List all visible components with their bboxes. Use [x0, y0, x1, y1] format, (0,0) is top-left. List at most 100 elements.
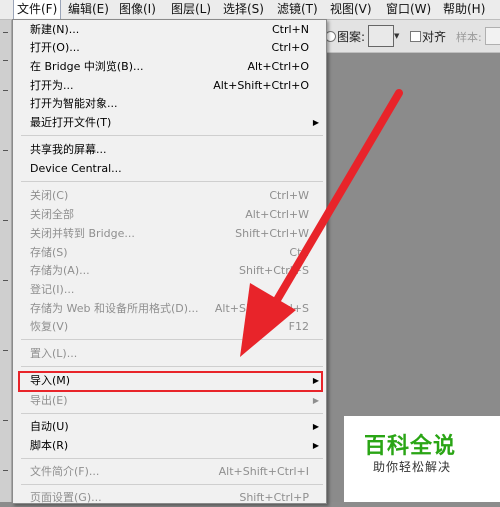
menu-item-label: 文件简介(F)... [30, 465, 100, 478]
menu-item-shortcut: Ctrl+N [271, 23, 309, 36]
menu-item-open[interactable]: 打开(O)... Ctrl+O [14, 39, 325, 57]
watermark-title: 百科全说 [364, 434, 457, 459]
pattern-label: 图案: [337, 30, 366, 44]
menu-item-close-all[interactable]: 关闭全部 Alt+Ctrl+W [14, 206, 325, 224]
menu-separator [21, 458, 323, 459]
tool-icon[interactable] [3, 60, 8, 61]
menu-item-shortcut: Ctrl+O [271, 41, 309, 54]
menu-item-place[interactable]: 置入(L)... [14, 345, 325, 363]
menu-item-automate[interactable]: 自动(U) ▶ [14, 418, 325, 436]
align-label: 对齐 [422, 30, 447, 44]
menu-item-label: 共享我的屏幕... [30, 143, 107, 156]
menu-help[interactable]: 帮助(H) [440, 0, 488, 19]
menu-item-save-as[interactable]: 存储为(A)... Shift+Ctrl+S [14, 262, 325, 280]
menu-item-shortcut: Alt+Shift+Ctrl+S [214, 302, 309, 315]
tool-icon[interactable] [3, 420, 8, 421]
menu-item-recent-files[interactable]: 最近打开文件(T) ▶ [14, 114, 325, 132]
menu-item-device-central[interactable]: Device Central... [14, 160, 325, 178]
menu-separator [21, 366, 323, 367]
menu-window[interactable]: 窗口(W) [383, 0, 434, 19]
menu-separator [21, 135, 323, 136]
menu-separator [21, 181, 323, 182]
menu-file[interactable]: 文件(F) [13, 0, 62, 19]
options-bar: 图案: ▼ 对齐 样本: [325, 20, 500, 53]
menu-item-label: 自动(U) [30, 420, 69, 433]
menu-separator [21, 339, 323, 340]
menu-item-label: 最近打开文件(T) [30, 116, 112, 129]
menu-item-shortcut: Shift+Ctrl+S [239, 264, 309, 277]
submenu-arrow-icon: ▶ [312, 422, 319, 431]
menu-item-shortcut: Shift+Ctrl+W [235, 227, 309, 240]
sample-select[interactable] [485, 27, 500, 45]
menu-item-label: 关闭全部 [30, 208, 74, 221]
menu-item-label: 新建(N)... [30, 23, 80, 36]
menu-edit[interactable]: 编辑(E) [65, 0, 112, 19]
menu-item-share-screen[interactable]: 共享我的屏幕... [14, 141, 325, 159]
menu-item-label: 关闭(C) [30, 189, 69, 202]
menu-item-label: 存储为(A)... [30, 264, 90, 277]
tool-icon[interactable] [3, 220, 8, 221]
chevron-down-icon[interactable]: ▼ [394, 32, 399, 40]
menu-item-shortcut: Alt+Ctrl+W [245, 208, 309, 221]
pattern-swatch[interactable] [368, 25, 394, 47]
menu-item-label: 登记(I)... [30, 283, 75, 296]
menu-item-save[interactable]: 存储(S) Ctrl [14, 244, 325, 262]
file-menu-dropdown: 新建(N)... Ctrl+N 打开(O)... Ctrl+O 在 Bridge… [12, 19, 327, 504]
menu-item-shortcut: Ctrl+W [269, 189, 309, 202]
menu-item-label: 脚本(R) [30, 439, 69, 452]
menu-item-browse-in-bridge[interactable]: 在 Bridge 中浏览(B)... Alt+Ctrl+O [14, 58, 325, 76]
menu-item-open-as[interactable]: 打开为... Alt+Shift+Ctrl+O [14, 77, 325, 95]
menu-item-shortcut: Shift+Ctrl+P [239, 491, 309, 504]
menu-item-check-in[interactable]: 登记(I)... [14, 281, 325, 299]
menu-item-label: 打开(O)... [30, 41, 80, 54]
menu-item-export[interactable]: 导出(E) ▶ [14, 392, 325, 410]
tool-icon[interactable] [3, 90, 8, 91]
menu-item-import[interactable]: 导入(M) ▶ [18, 371, 323, 392]
menu-item-save-for-web[interactable]: 存储为 Web 和设备所用格式(D)... Alt+Shift+Ctrl+S [14, 300, 325, 318]
menu-item-file-info[interactable]: 文件简介(F)... Alt+Shift+Ctrl+I [14, 463, 325, 481]
menu-item-label: 存储(S) [30, 246, 68, 259]
menu-item-close[interactable]: 关闭(C) Ctrl+W [14, 187, 325, 205]
tool-icon[interactable] [3, 470, 8, 471]
menu-item-new[interactable]: 新建(N)... Ctrl+N [14, 21, 325, 39]
menu-item-shortcut: Alt+Shift+Ctrl+I [218, 465, 309, 478]
menu-item-label: Device Central... [30, 162, 122, 175]
menu-item-label: 导入(M) [30, 374, 71, 387]
watermark: 百科全说 助你轻松解决 [344, 416, 500, 502]
menu-bar: 文件(F) 编辑(E) 图像(I) 图层(L) 选择(S) 滤镜(T) 视图(V… [0, 0, 500, 20]
align-checkbox[interactable] [410, 31, 421, 42]
menu-image[interactable]: 图像(I) [116, 0, 159, 19]
tool-icon[interactable] [3, 280, 8, 281]
menu-item-scripts[interactable]: 脚本(R) ▶ [14, 437, 325, 455]
menu-item-label: 导出(E) [30, 394, 68, 407]
menu-item-page-setup[interactable]: 页面设置(G)... Shift+Ctrl+P [14, 489, 325, 507]
menu-separator [21, 413, 323, 414]
submenu-arrow-icon: ▶ [312, 376, 319, 385]
menu-layer[interactable]: 图层(L) [168, 0, 214, 19]
tools-panel [0, 20, 12, 502]
menu-item-shortcut: Alt+Ctrl+O [247, 60, 309, 73]
menu-select[interactable]: 选择(S) [220, 0, 267, 19]
menu-item-label: 置入(L)... [30, 347, 78, 360]
menu-item-label: 打开为智能对象... [30, 97, 118, 110]
menu-item-close-go-to-bridge[interactable]: 关闭并转到 Bridge... Shift+Ctrl+W [14, 225, 325, 243]
menu-item-shortcut: Ctrl [289, 246, 309, 259]
submenu-arrow-icon: ▶ [312, 118, 319, 127]
menu-separator [21, 484, 323, 485]
menu-view[interactable]: 视图(V) [327, 0, 375, 19]
submenu-arrow-icon: ▶ [312, 441, 319, 450]
menu-item-revert[interactable]: 恢复(V) F12 [14, 318, 325, 336]
menu-item-open-smart-object[interactable]: 打开为智能对象... [14, 95, 325, 113]
tool-icon[interactable] [3, 150, 8, 151]
menu-filter[interactable]: 滤镜(T) [274, 0, 321, 19]
tool-icon[interactable] [3, 350, 8, 351]
menu-item-label: 打开为... [30, 79, 74, 92]
menu-item-shortcut: F12 [288, 320, 309, 333]
menu-item-label: 关闭并转到 Bridge... [30, 227, 135, 240]
menu-item-label: 页面设置(G)... [30, 491, 102, 504]
watermark-subtitle: 助你轻松解决 [373, 460, 452, 474]
sample-label: 样本: [456, 31, 482, 44]
tool-icon[interactable] [3, 32, 8, 33]
menu-item-label: 存储为 Web 和设备所用格式(D)... [30, 302, 199, 315]
menu-item-shortcut: Alt+Shift+Ctrl+O [213, 79, 309, 92]
